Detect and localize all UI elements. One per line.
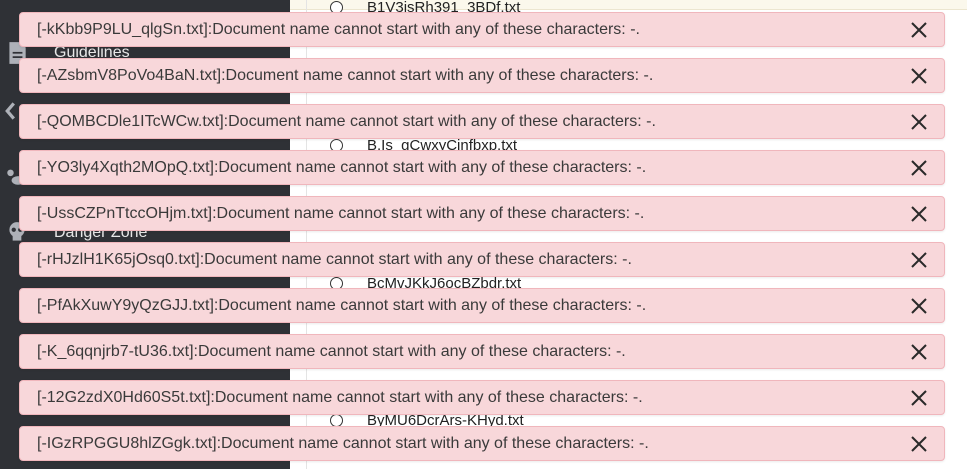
toast-message: [-12G2zdX0Hd60S5t.txt]:Document name can… (37, 388, 643, 406)
close-icon[interactable] (909, 342, 929, 362)
toast-message: [-UssCZPnTtccOHjm.txt]:Document name can… (37, 204, 645, 222)
toast-message: [-AZsbmV8PoVo4BaN.txt]:Document name can… (37, 66, 654, 84)
toast-message: [-K_6qqnjrb7-tU36.txt]:Document name can… (37, 342, 626, 360)
close-icon[interactable] (909, 20, 929, 40)
error-toast: [-12G2zdX0Hd60S5t.txt]:Document name can… (19, 380, 945, 415)
close-icon[interactable] (909, 66, 929, 86)
toast-message: [-QOMBCDle1ITcWCw.txt]:Document name can… (37, 112, 656, 130)
close-icon[interactable] (909, 388, 929, 408)
file-radio[interactable] (330, 413, 343, 427)
toast-message: [-rHJzlH1K65jOsq0.txt]:Document name can… (37, 250, 632, 268)
close-icon[interactable] (909, 434, 929, 454)
close-icon[interactable] (909, 112, 929, 132)
toast-message: [-kKbb9P9LU_qlgSn.txt]:Document name can… (37, 20, 640, 38)
error-toast: [-K_6qqnjrb7-tU36.txt]:Document name can… (19, 334, 945, 369)
close-icon[interactable] (909, 296, 929, 316)
error-toast: [-rHJzlH1K65jOsq0.txt]:Document name can… (19, 242, 945, 277)
close-icon[interactable] (909, 204, 929, 224)
error-toast: [-YO3ly4Xqth2MOpQ.txt]:Document name can… (19, 150, 945, 185)
toast-message: [-IGzRPGGU8hlZGgk.txt]:Document name can… (37, 434, 649, 452)
toast-message: [-PfAkXuwY9yQzGJJ.txt]:Document name can… (37, 296, 647, 314)
toast-message: [-YO3ly4Xqth2MOpQ.txt]:Document name can… (37, 158, 647, 176)
close-icon[interactable] (909, 250, 929, 270)
error-toast: [-kKbb9P9LU_qlgSn.txt]:Document name can… (19, 12, 945, 47)
error-toast: [-QOMBCDle1ITcWCw.txt]:Document name can… (19, 104, 945, 139)
close-icon[interactable] (909, 158, 929, 178)
error-toast: [-UssCZPnTtccOHjm.txt]:Document name can… (19, 196, 945, 231)
error-toast: [-PfAkXuwY9yQzGJJ.txt]:Document name can… (19, 288, 945, 323)
error-toast: [-AZsbmV8PoVo4BaN.txt]:Document name can… (19, 58, 945, 93)
error-toast: [-IGzRPGGU8hlZGgk.txt]:Document name can… (19, 426, 945, 461)
